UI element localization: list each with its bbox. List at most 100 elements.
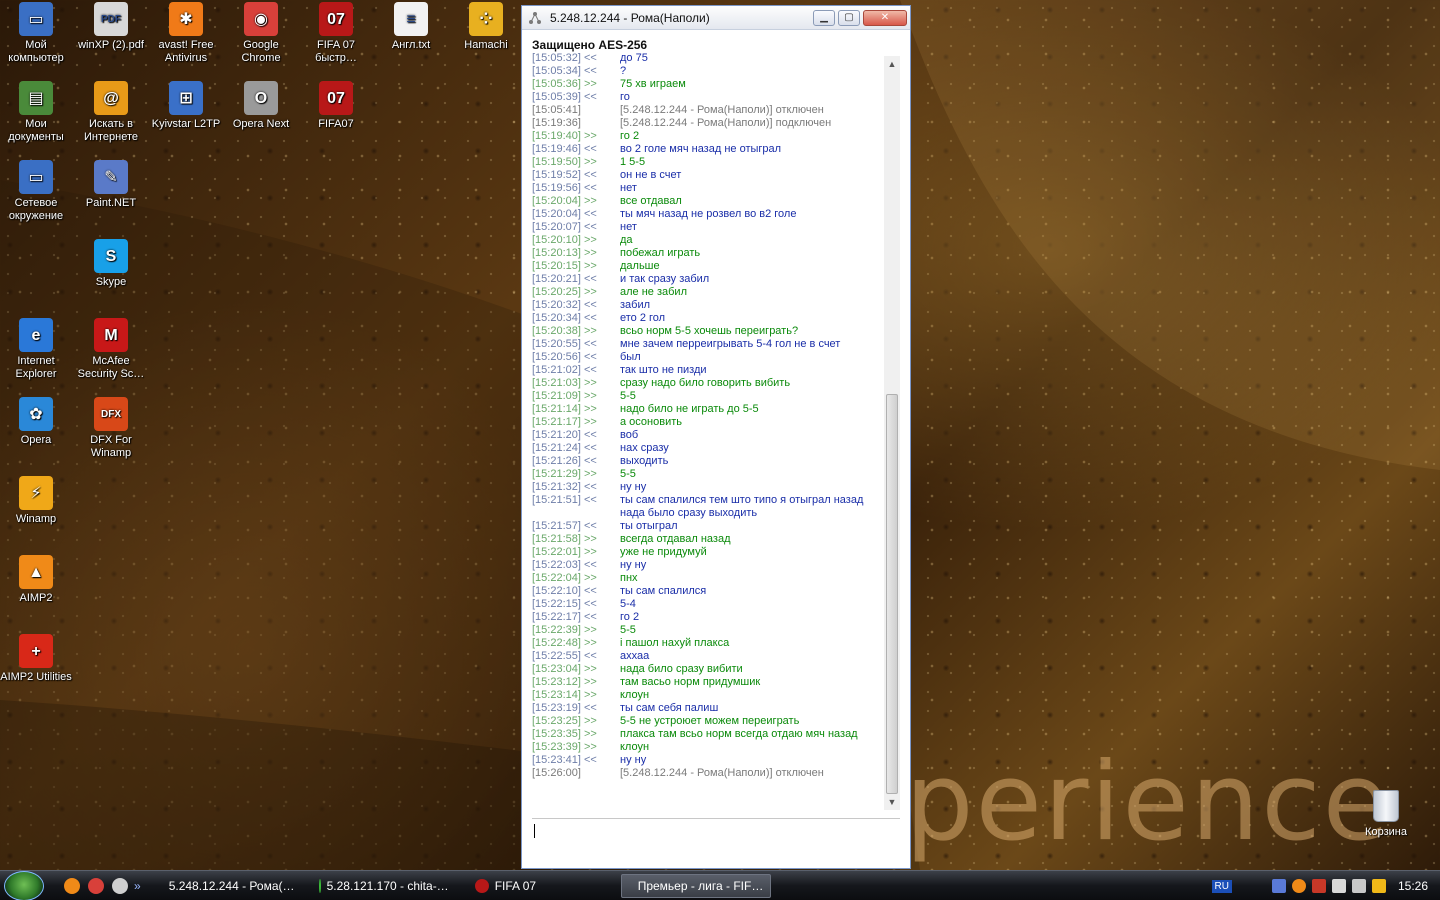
message-text: 5-5 (620, 624, 636, 636)
aimp-quicklaunch-icon[interactable] (64, 877, 80, 894)
desktop-icon[interactable]: M McAfee Security Sc… (73, 318, 149, 381)
message-text: всьо норм 5-5 хочешь переиграть? (620, 325, 799, 337)
chat-message: [15:21:20] << воб (532, 429, 884, 442)
chat-message: [15:23:35] >> плакса там всьо норм всегда… (532, 728, 884, 741)
quick-launch-overflow-icon[interactable]: » (134, 879, 141, 893)
speaker-muted-tray-icon[interactable] (1311, 879, 1326, 893)
chat-message: [15:19:52] << он не в счет (532, 169, 884, 182)
desktop-icon[interactable]: PDF winXP (2).pdf (73, 2, 149, 52)
desktop-icon-label: FIFA07 (318, 118, 354, 130)
security-tray-icon[interactable] (1351, 879, 1366, 893)
chat-message: [15:21:51] << ты сам спалился тем што тип… (532, 494, 884, 520)
power-tray-icon[interactable] (1371, 879, 1386, 893)
minimize-button[interactable]: ▁ (813, 9, 835, 26)
desktop-icon-label: AIMP2 (19, 592, 53, 604)
desktop-icon[interactable]: + AIMP2 Utilities (0, 634, 74, 684)
desktop-icon[interactable]: @ Искать в Интернете (73, 81, 149, 144)
clock[interactable]: 15:26 (1398, 879, 1428, 893)
message-timestamp: [15:19:50] >> (532, 156, 597, 168)
maximize-button[interactable]: ▢ (838, 9, 860, 26)
chat-message: [15:20:13] >> побежал играть (532, 247, 884, 260)
message-timestamp: [15:22:01] >> (532, 546, 597, 558)
desktop-icon[interactable]: ▲ AIMP2 (0, 555, 74, 605)
desktop-icon[interactable]: ⚡ Winamp (0, 476, 74, 526)
opera-quicklaunch-icon[interactable] (112, 877, 128, 894)
desktop-icon[interactable]: 07 FIFA 07 быстр… (298, 2, 374, 65)
message-timestamp: [15:23:19] << (532, 702, 597, 714)
message-timestamp: [15:21:03] >> (532, 377, 597, 389)
volume-tray-icon[interactable] (1331, 879, 1346, 893)
desktop-app-icon: ▤ (19, 81, 53, 115)
message-text: ты мяч назад не розвел во в2 голе (620, 208, 797, 220)
desktop-icon[interactable]: e Internet Explorer (0, 318, 74, 381)
recycle-bin[interactable]: Корзина (1356, 790, 1416, 838)
chat-window-titlebar[interactable]: 5.248.12.244 - Рома(Наполи) ▁ ▢ ✕ (522, 6, 910, 30)
scrollbar-thumb[interactable] (886, 394, 898, 794)
desktop-icon[interactable]: ▭ Мой компьютер (0, 2, 74, 65)
scroll-up-arrow-icon[interactable]: ▲ (884, 56, 900, 72)
desktop-icon[interactable]: ▭ Сетевое окружение (0, 160, 74, 223)
desktop-app-icon: e (19, 318, 53, 352)
message-text: ну ну (620, 481, 647, 493)
chat-message: [15:23:39] >> клоун (532, 741, 884, 754)
message-timestamp: [15:22:15] << (532, 598, 597, 610)
message-text: нет (620, 182, 637, 194)
desktop-icon-label: Opera (20, 434, 52, 446)
chat-log-scrollbar[interactable]: ▲ ▼ (884, 56, 900, 810)
chat-log[interactable]: [15:05:32] << до 75 [15:05:34] <<? [15:05:3… (532, 52, 884, 802)
desktop-icon[interactable]: ✱ avast! Free Antivirus (148, 2, 224, 65)
desktop-icon-label: Англ.txt (391, 39, 431, 51)
chat-message: [15:23:25] >> 5-5 не устроюет можем переи… (532, 715, 884, 728)
message-text: але не забил (620, 286, 687, 298)
message-timestamp: [15:22:04] >> (532, 572, 597, 584)
desktop-icon[interactable]: ⁘ Hamachi (448, 2, 524, 52)
message-text: пнх (620, 572, 638, 584)
message-text: надо било не играть до 5-5 (620, 403, 759, 415)
desktop-icon-label: Мои документы (8, 118, 64, 143)
message-text: дальше (620, 260, 660, 272)
desktop-icon[interactable]: ≡ Англ.txt (373, 2, 449, 52)
scroll-down-arrow-icon[interactable]: ▼ (884, 794, 900, 810)
desktop-icon[interactable]: ⊞ Kyivstar L2TP (148, 81, 224, 131)
message-input[interactable] (532, 820, 900, 860)
message-text: во 2 голе мяч назад не отыграл (620, 143, 782, 155)
message-timestamp: [15:19:56] << (532, 182, 597, 194)
chat-message: [15:21:29] >> 5-5 (532, 468, 884, 481)
message-timestamp: [15:20:07] << (532, 221, 597, 233)
chat-message: [15:23:12] >> там васьо норм придумшик (532, 676, 884, 689)
chat-message: [15:20:34] << ето 2 гол (532, 312, 884, 325)
close-icon: ✕ (880, 12, 890, 23)
message-timestamp: [15:21:29] >> (532, 468, 597, 480)
chrome-quicklaunch-icon[interactable] (88, 877, 104, 894)
maximize-icon: ▢ (844, 12, 854, 23)
chat-message: [15:21:03] >> сразу надо било говорить ви… (532, 377, 884, 390)
language-indicator[interactable]: RU (1211, 879, 1232, 893)
message-timestamp: [15:20:38] >> (532, 325, 597, 337)
desktop-icon[interactable]: S Skype (73, 239, 149, 289)
desktop-icon[interactable]: ▤ Мои документы (0, 81, 74, 144)
taskbar-button[interactable]: 5.28.121.170 - chita-… (309, 874, 459, 898)
chat-message: [15:23:14] >> клоун (532, 689, 884, 702)
desktop-icon[interactable]: ✎ Paint.NET (73, 160, 149, 210)
desktop-app-icon: 07 (319, 81, 353, 115)
taskbar-button[interactable]: FIFA 07 (465, 874, 615, 898)
desktop-icon[interactable]: ✿ Opera (0, 397, 74, 447)
desktop-app-icon: ◉ (244, 2, 278, 36)
start-button[interactable] (4, 870, 44, 900)
chat-message: [15:21:17] >> а осоновить (532, 416, 884, 429)
desktop-icon[interactable]: 07 FIFA07 (298, 81, 374, 131)
avast-tray-icon[interactable] (1291, 879, 1306, 893)
taskbar-button[interactable]: Премьер - лига - FIF… (620, 873, 771, 898)
close-button[interactable]: ✕ (863, 9, 907, 26)
taskbar-button-label: 5.28.121.170 - chita-… (326, 878, 449, 893)
network-tray-icon[interactable] (1271, 879, 1286, 893)
message-timestamp: [15:21:02] << (532, 364, 597, 376)
desktop-icon[interactable]: ◉ Google Chrome (223, 2, 299, 65)
desktop-icon[interactable]: O Opera Next (223, 81, 299, 131)
message-timestamp: [15:20:32] << (532, 299, 597, 311)
desktop-icon[interactable]: DFX DFX For Winamp (73, 397, 149, 460)
taskbar-button[interactable]: 5.248.12.244 - Рома(… (153, 874, 303, 898)
chat-message: [15:22:15] << 5-4 (532, 598, 884, 611)
network-icon (528, 11, 542, 25)
message-timestamp: [15:20:13] >> (532, 247, 597, 259)
